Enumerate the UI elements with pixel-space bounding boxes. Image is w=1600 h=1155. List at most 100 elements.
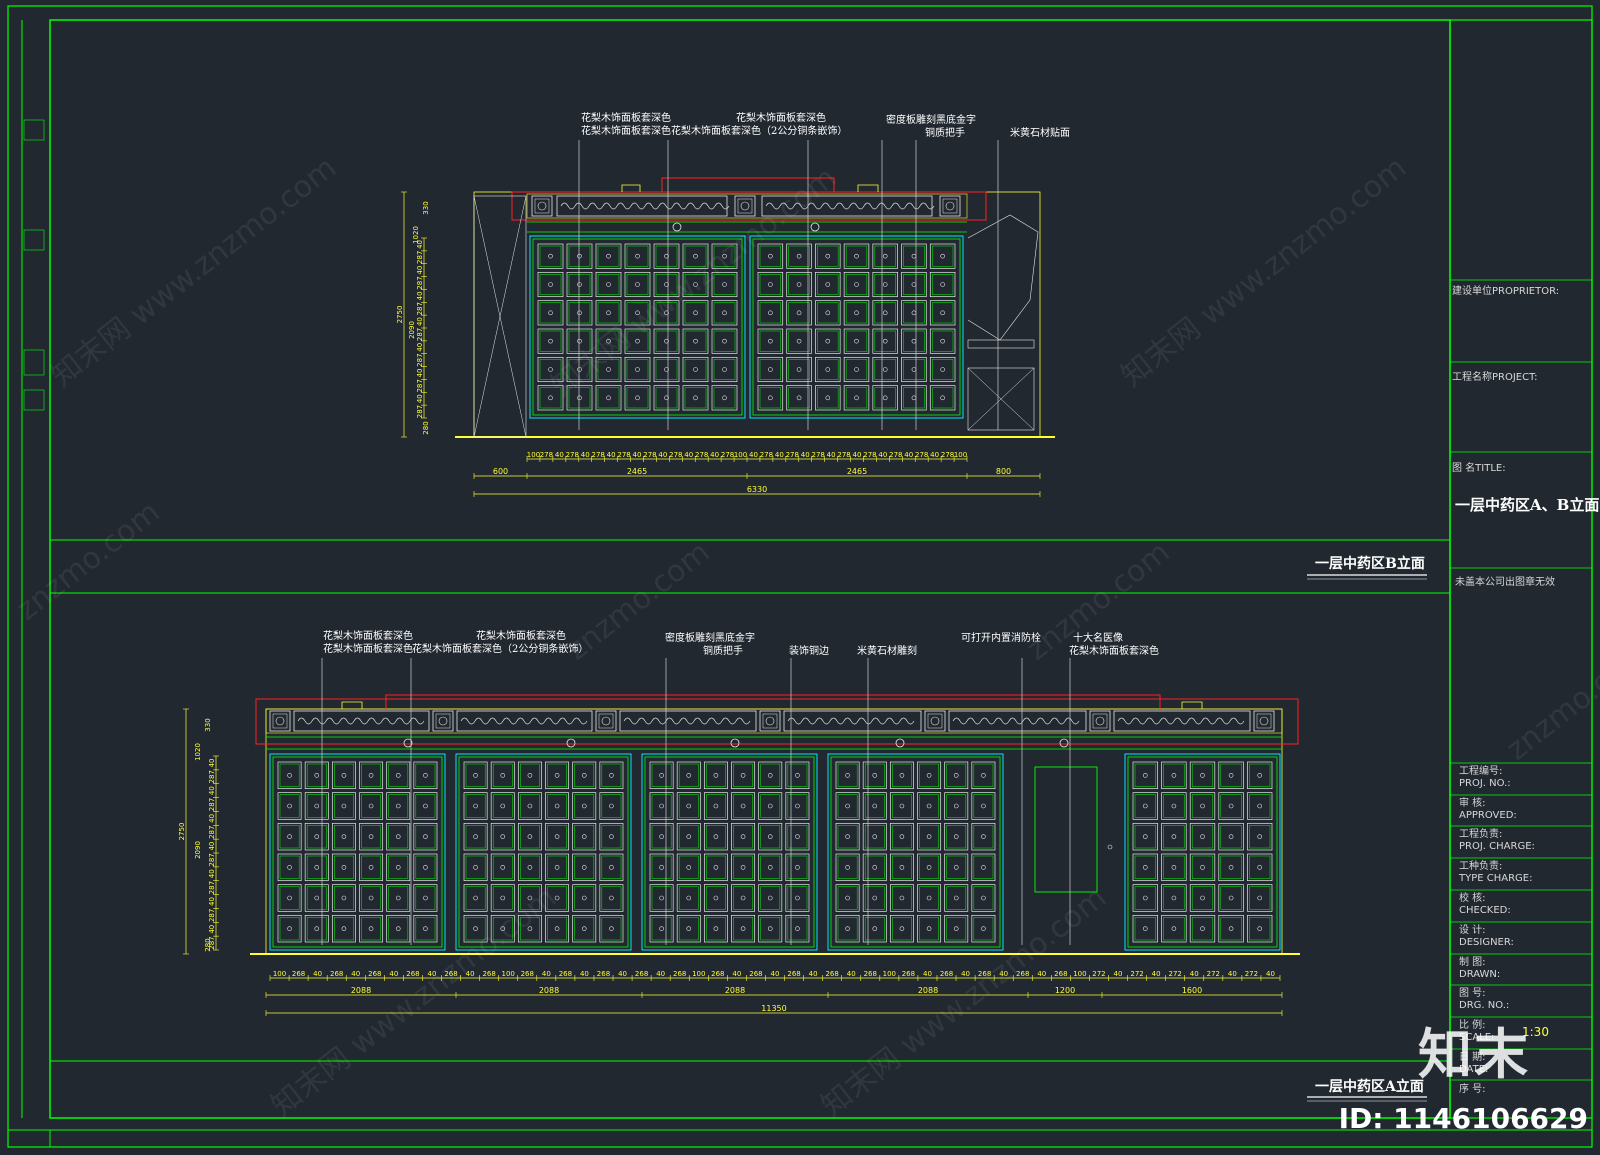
drawer-inset [932, 359, 954, 380]
drawer [862, 761, 887, 790]
carved-medallion-inner [1092, 713, 1108, 729]
drawer [731, 792, 756, 820]
elevation-a-annotation: 花梨木饰面板套深色 [476, 631, 566, 642]
elevation-a-annotation: 装饰铜边 [789, 646, 829, 657]
drawer [711, 385, 738, 411]
drawer [862, 853, 887, 882]
drawer-inset [759, 330, 781, 352]
drawer [815, 243, 841, 269]
drawer-inset [1249, 855, 1271, 879]
drawer [545, 914, 570, 943]
drawer [545, 761, 570, 790]
elevation-b-dim-label: 600 [493, 467, 508, 476]
drawer-handle [713, 895, 719, 901]
elevation-a-dim-label: 1020 [194, 743, 202, 761]
drawer-handle [693, 395, 698, 401]
elevation-a-dim-label: 268 [711, 970, 724, 978]
drawer [624, 300, 651, 326]
elevation-b-dim-label: 40 [581, 451, 590, 459]
drawer-inset [713, 302, 736, 324]
drawer-inset [733, 917, 753, 941]
drawer-handle [825, 282, 831, 287]
drawer-inset [684, 330, 707, 352]
drawer [1161, 914, 1187, 943]
drawer-handle [940, 338, 945, 344]
cabinet-inner-a-5 [1127, 756, 1278, 948]
drawer [1218, 761, 1244, 790]
elevation-a-dim-label: 287 [208, 770, 216, 783]
cabinet-frame-b-right [749, 235, 964, 419]
drawer [490, 822, 515, 851]
drawer [1218, 914, 1244, 943]
project-label: 工程名称PROJECT: [1452, 372, 1538, 383]
drawer-inset [919, 825, 939, 849]
drawer-inset [903, 274, 925, 295]
checked-label: 校 核: [1459, 893, 1486, 904]
drawer-handle [548, 367, 553, 372]
drawer-handle [693, 253, 698, 259]
drawer-handle [872, 803, 878, 809]
drawer-handle [635, 282, 640, 287]
drawer-handle [911, 253, 917, 259]
drawer-handle [368, 895, 374, 901]
binding-strip-box [23, 229, 45, 251]
cabinet-inner-b-right [752, 238, 961, 416]
elevation-a-dim-label: 272 [1245, 970, 1258, 978]
elevation-b-dim-label: 278 [566, 451, 579, 459]
drawer-inset [892, 855, 912, 879]
drawer [901, 385, 927, 411]
carved-frieze [761, 195, 933, 217]
drawer-handle [500, 865, 506, 870]
drawer-inset [678, 917, 699, 941]
drawer-inset [597, 330, 620, 352]
drawer [1161, 822, 1187, 851]
drawer [731, 914, 756, 943]
drawer [682, 385, 709, 411]
drawer-handle [1200, 773, 1205, 778]
drawer-handle [1257, 865, 1262, 870]
drawer [889, 853, 914, 882]
elevation-a-dim-label: 330 [204, 718, 212, 731]
drawer [1132, 822, 1158, 851]
drawer-handle [659, 865, 664, 870]
drawer-handle [548, 282, 553, 287]
elevation-b-dim-label: 278 [643, 451, 656, 459]
drawer-handle [767, 773, 773, 778]
elevation-b-dim-label: 100 [734, 451, 747, 459]
cabinet-frame-a-5 [1124, 753, 1281, 951]
drawer [386, 884, 411, 912]
drawer-handle [581, 834, 587, 839]
drawer [599, 884, 624, 912]
drawer-handle [1200, 834, 1205, 839]
elevation-a-annotation: 密度板雕刻黑底金字 [665, 633, 755, 644]
drawer-inset [655, 387, 678, 409]
elevation-b-drawing: 100 278 40 278 40 278 40 278 40 278 40 278 40 278 40 27… [396, 140, 1055, 497]
drawer-handle [341, 773, 347, 778]
drawer-handle [1257, 773, 1262, 778]
drawer [624, 271, 651, 298]
drawer-handle [635, 253, 640, 259]
carved-pattern [765, 202, 935, 210]
drawer-handle [606, 395, 611, 401]
drawer [971, 792, 996, 820]
drawer [676, 761, 701, 790]
drawer [653, 356, 680, 383]
drawer-handle [981, 834, 986, 839]
drawer-inset [547, 825, 567, 849]
drawer-inset [973, 825, 994, 849]
elevation-a-dim-label: 287 [208, 798, 216, 811]
drawer-inset [837, 917, 858, 941]
drawer-inset [973, 763, 994, 787]
drawer-inset [597, 245, 620, 267]
cornice-step [341, 701, 363, 709]
elevation-a-dim-label: 287 [208, 909, 216, 922]
drawer-inset [415, 825, 436, 849]
elevation-b-annotation: 花梨木饰面板套深色（2公分铜条嵌饰） [671, 126, 848, 137]
cornice-step [385, 694, 1161, 709]
carved-medallion-center [740, 201, 750, 211]
drawer-handle [845, 803, 850, 809]
nameplate-roundel [730, 738, 740, 748]
drawer-inset [932, 274, 954, 295]
drawer-inset [845, 359, 868, 380]
drawer-handle [1200, 865, 1205, 870]
